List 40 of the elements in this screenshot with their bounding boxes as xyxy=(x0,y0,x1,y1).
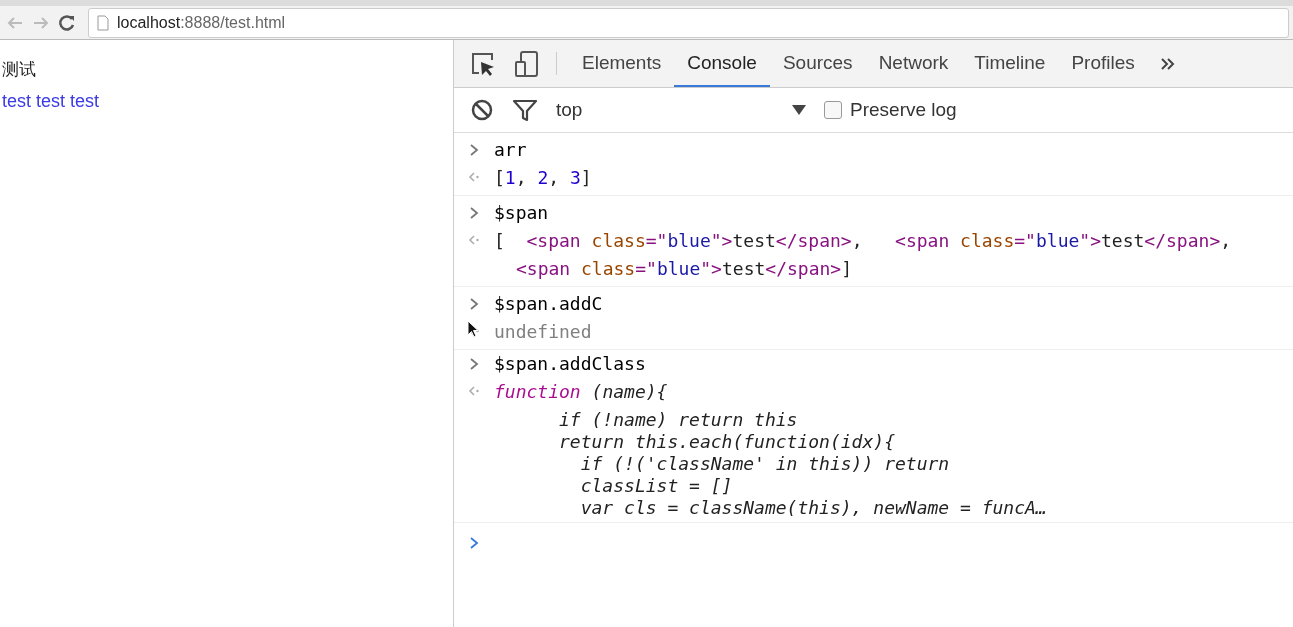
output-text: return this.each(function(idx){ xyxy=(558,431,895,453)
clear-console-icon[interactable] xyxy=(470,98,494,122)
prompt-chevron-icon xyxy=(469,143,479,157)
output-text: <span class="blue">test</span>] xyxy=(515,257,852,281)
devtools-tab[interactable]: Profiles xyxy=(1058,40,1148,87)
prompt-chevron-icon xyxy=(469,206,479,220)
output-text: undefined xyxy=(494,320,592,344)
prompt-chevron-icon xyxy=(469,357,479,371)
output-text: [1, 2, 3] xyxy=(494,166,592,190)
output-text: function (name){ xyxy=(494,381,668,403)
result-arrow-icon xyxy=(468,385,480,397)
input-text: $span xyxy=(494,201,549,225)
devtools-tab[interactable]: Console xyxy=(674,40,770,87)
devtools-tab[interactable]: Network xyxy=(865,40,962,87)
page-heading: 测试 xyxy=(2,58,36,81)
devtools-tab[interactable]: Elements xyxy=(569,40,675,87)
result-arrow-icon xyxy=(468,234,480,246)
input-text: arr xyxy=(494,138,527,162)
mouse-cursor-icon xyxy=(467,320,479,338)
output-text: if (!('className' in this)) return xyxy=(579,453,950,475)
preserve-log-checkbox[interactable] xyxy=(824,101,842,119)
filter-icon[interactable] xyxy=(512,98,538,122)
input-text: $span.addC xyxy=(494,292,603,316)
checkbox-label: Preserve log xyxy=(850,99,957,121)
prompt-chevron-icon xyxy=(469,297,479,311)
address-bar[interactable]: localhost:8888/test.html xyxy=(88,7,1289,38)
output-text: var cls = className(this), newName = funcA… xyxy=(579,497,1047,519)
output-text: classList = [] xyxy=(579,475,733,497)
page-link[interactable]: test test test xyxy=(2,91,100,112)
output-text: if (!name) return this xyxy=(558,409,798,431)
page-icon xyxy=(97,14,109,31)
devtools-tab[interactable]: Sources xyxy=(769,40,866,87)
output-text: [ <span class="blue">test</span>, <span class="blue">test</span>, xyxy=(494,229,1232,253)
console-prompt-icon xyxy=(469,536,479,550)
result-arrow-icon xyxy=(468,171,480,183)
context-select[interactable]: top xyxy=(556,99,806,121)
dropdown-icon xyxy=(792,104,806,116)
url-text: localhost:8888/test.html xyxy=(117,13,286,32)
input-text: $span.addClass xyxy=(494,353,646,375)
devtools-tab[interactable]: Timeline xyxy=(961,40,1059,87)
